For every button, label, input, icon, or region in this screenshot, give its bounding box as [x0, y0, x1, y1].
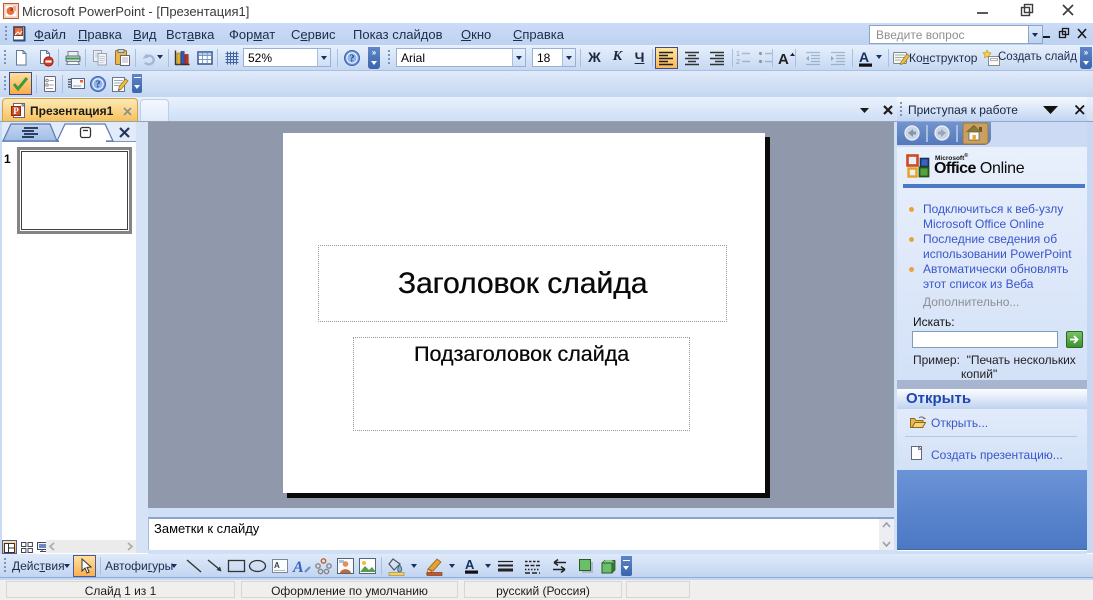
svg-text:A: A	[859, 49, 869, 65]
svg-text:1: 1	[736, 51, 740, 58]
svg-text:A: A	[274, 561, 280, 570]
svg-text:A: A	[292, 559, 304, 576]
svg-text:A: A	[778, 51, 789, 68]
svg-text:P: P	[13, 106, 19, 116]
svg-text:A: A	[465, 557, 475, 572]
svg-text:?: ?	[350, 54, 355, 65]
svg-text:2: 2	[736, 59, 740, 66]
svg-text:?: ?	[96, 80, 101, 91]
